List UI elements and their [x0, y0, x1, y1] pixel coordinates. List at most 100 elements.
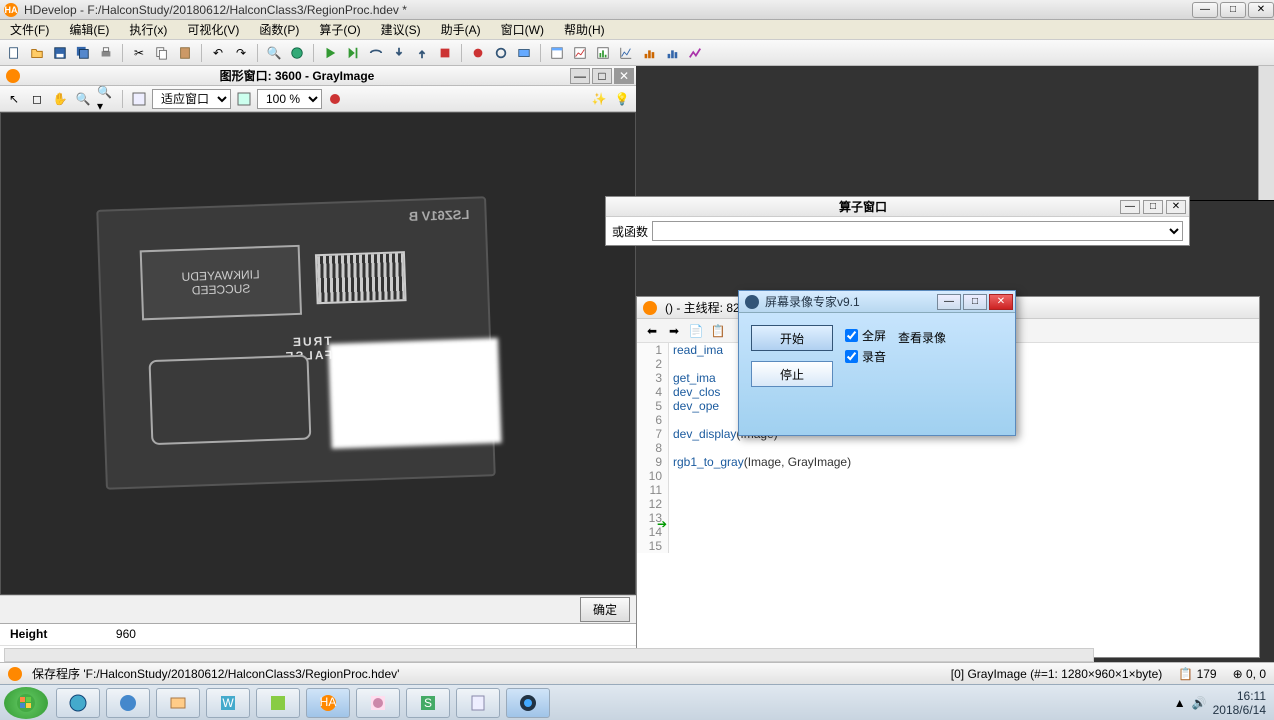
close-button[interactable]: ✕: [1248, 2, 1274, 18]
redo-icon[interactable]: ↷: [231, 43, 251, 63]
step-over-icon[interactable]: [366, 43, 386, 63]
step-icon[interactable]: [343, 43, 363, 63]
start-button[interactable]: 开始: [751, 325, 833, 351]
menu-edit[interactable]: 编辑(E): [63, 19, 115, 40]
code-icon: [643, 301, 657, 315]
chart2-icon[interactable]: [639, 43, 659, 63]
op-maximize[interactable]: □: [1143, 200, 1163, 214]
find-icon[interactable]: 🔍: [264, 43, 284, 63]
task-paint-icon[interactable]: [356, 688, 400, 718]
task-ie-icon[interactable]: [56, 688, 100, 718]
saveall-icon[interactable]: [73, 43, 93, 63]
open-icon[interactable]: [27, 43, 47, 63]
bulb-icon[interactable]: 💡: [612, 89, 632, 109]
stop-icon[interactable]: [435, 43, 455, 63]
start-button[interactable]: [4, 687, 48, 719]
menu-suggestions[interactable]: 建议(S): [375, 19, 427, 40]
save-icon[interactable]: [50, 43, 70, 63]
zoom-select[interactable]: 100 %: [257, 89, 322, 109]
menu-assistants[interactable]: 助手(A): [435, 19, 487, 40]
rec-maximize[interactable]: □: [963, 294, 987, 310]
op-select[interactable]: [652, 221, 1183, 241]
rec-minimize[interactable]: —: [937, 294, 961, 310]
menu-procedures[interactable]: 函数(P): [253, 19, 305, 40]
prop-value[interactable]: 960: [106, 624, 636, 646]
task-recorder-icon[interactable]: [506, 688, 550, 718]
wand-icon[interactable]: ✨: [589, 89, 609, 109]
minimize-button[interactable]: —: [1192, 2, 1218, 18]
window3-icon[interactable]: [593, 43, 613, 63]
zoom-dropdown-icon[interactable]: 🔍▾: [96, 89, 116, 109]
step-out-icon[interactable]: [412, 43, 432, 63]
watch-icon[interactable]: [491, 43, 511, 63]
menu-visualize[interactable]: 可视化(V): [181, 19, 245, 40]
run-icon[interactable]: [320, 43, 340, 63]
print-icon[interactable]: [96, 43, 116, 63]
main-titlebar: HA HDevelop - F:/HalconStudy/20180612/Ha…: [0, 0, 1274, 20]
task-media-icon[interactable]: [106, 688, 150, 718]
taskbar: W HA S ▲ 🔊 16:11 2018/6/14: [0, 684, 1274, 720]
world-icon[interactable]: [287, 43, 307, 63]
menu-operators[interactable]: 算子(O): [313, 19, 366, 40]
task-wps-icon[interactable]: W: [206, 688, 250, 718]
forward-icon[interactable]: ➡: [665, 322, 683, 340]
step-into-icon[interactable]: [389, 43, 409, 63]
paste-icon[interactable]: [175, 43, 195, 63]
hand-icon[interactable]: ✋: [50, 89, 70, 109]
new-icon[interactable]: [4, 43, 24, 63]
pointer-icon[interactable]: ↖: [4, 89, 24, 109]
menu-window[interactable]: 窗口(W): [495, 19, 550, 40]
audio-checkbox[interactable]: 录音: [845, 348, 886, 365]
color-icon[interactable]: [325, 89, 345, 109]
horizontal-scrollbar[interactable]: [4, 648, 1094, 662]
maximize-button[interactable]: □: [1220, 2, 1246, 18]
fit-select[interactable]: 适应窗口: [152, 89, 231, 109]
execution-pointer-icon: ➔: [657, 517, 667, 531]
ok-button[interactable]: 确定: [580, 597, 630, 622]
window2-icon[interactable]: [570, 43, 590, 63]
cut-icon[interactable]: ✂: [129, 43, 149, 63]
graphics-minimize[interactable]: —: [570, 68, 590, 84]
status-coords: ⊕ 0, 0: [1233, 667, 1266, 681]
chart1-icon[interactable]: [616, 43, 636, 63]
task-calc-icon[interactable]: [456, 688, 500, 718]
task-hdevelop-icon[interactable]: HA: [306, 688, 350, 718]
image-icon[interactable]: [129, 89, 149, 109]
graphics-close[interactable]: ✕: [614, 68, 634, 84]
zoom-icon[interactable]: 🔍: [73, 89, 93, 109]
app-title: HDevelop - F:/HalconStudy/20180612/Halco…: [24, 3, 1190, 17]
graphics-canvas[interactable]: LSZ61V B LINKWAYEDUSUCCEED TRUE FALSE: [0, 112, 636, 595]
copy-icon[interactable]: [152, 43, 172, 63]
menu-file[interactable]: 文件(F): [4, 19, 55, 40]
menu-execute[interactable]: 执行(x): [123, 19, 173, 40]
scrollbar[interactable]: [1258, 66, 1274, 200]
op-minimize[interactable]: —: [1120, 200, 1140, 214]
task-app2-icon[interactable]: S: [406, 688, 450, 718]
fullscreen-checkbox[interactable]: 全屏: [845, 327, 886, 344]
chart3-icon[interactable]: [662, 43, 682, 63]
assist-icon[interactable]: [514, 43, 534, 63]
system-tray[interactable]: ▲ 🔊 16:11 2018/6/14: [1174, 689, 1274, 717]
view-recordings-link[interactable]: 查看录像: [898, 329, 946, 387]
image2-icon[interactable]: [234, 89, 254, 109]
stop-button[interactable]: 停止: [751, 361, 833, 387]
chart4-icon[interactable]: [685, 43, 705, 63]
nav2-icon[interactable]: 📋: [709, 322, 727, 340]
undo-icon[interactable]: ↶: [208, 43, 228, 63]
task-app1-icon[interactable]: [256, 688, 300, 718]
region-icon[interactable]: ◻: [27, 89, 47, 109]
nav1-icon[interactable]: 📄: [687, 322, 705, 340]
graphics-maximize[interactable]: □: [592, 68, 612, 84]
rec-close[interactable]: ✕: [989, 294, 1013, 310]
statusbar: 保存程序 'F:/HalconStudy/20180612/HalconClas…: [0, 662, 1274, 684]
window1-icon[interactable]: [547, 43, 567, 63]
tray-network-icon[interactable]: 🔊: [1192, 696, 1207, 710]
breakpoint-icon[interactable]: [468, 43, 488, 63]
back-icon[interactable]: ⬅: [643, 322, 661, 340]
board-logo-text: LSZ61V B: [408, 207, 469, 224]
menu-help[interactable]: 帮助(H): [558, 19, 611, 40]
op-close[interactable]: ✕: [1166, 200, 1186, 214]
task-explorer-icon[interactable]: [156, 688, 200, 718]
clock[interactable]: 16:11 2018/6/14: [1213, 689, 1266, 717]
tray-flag-icon[interactable]: ▲: [1174, 696, 1186, 710]
